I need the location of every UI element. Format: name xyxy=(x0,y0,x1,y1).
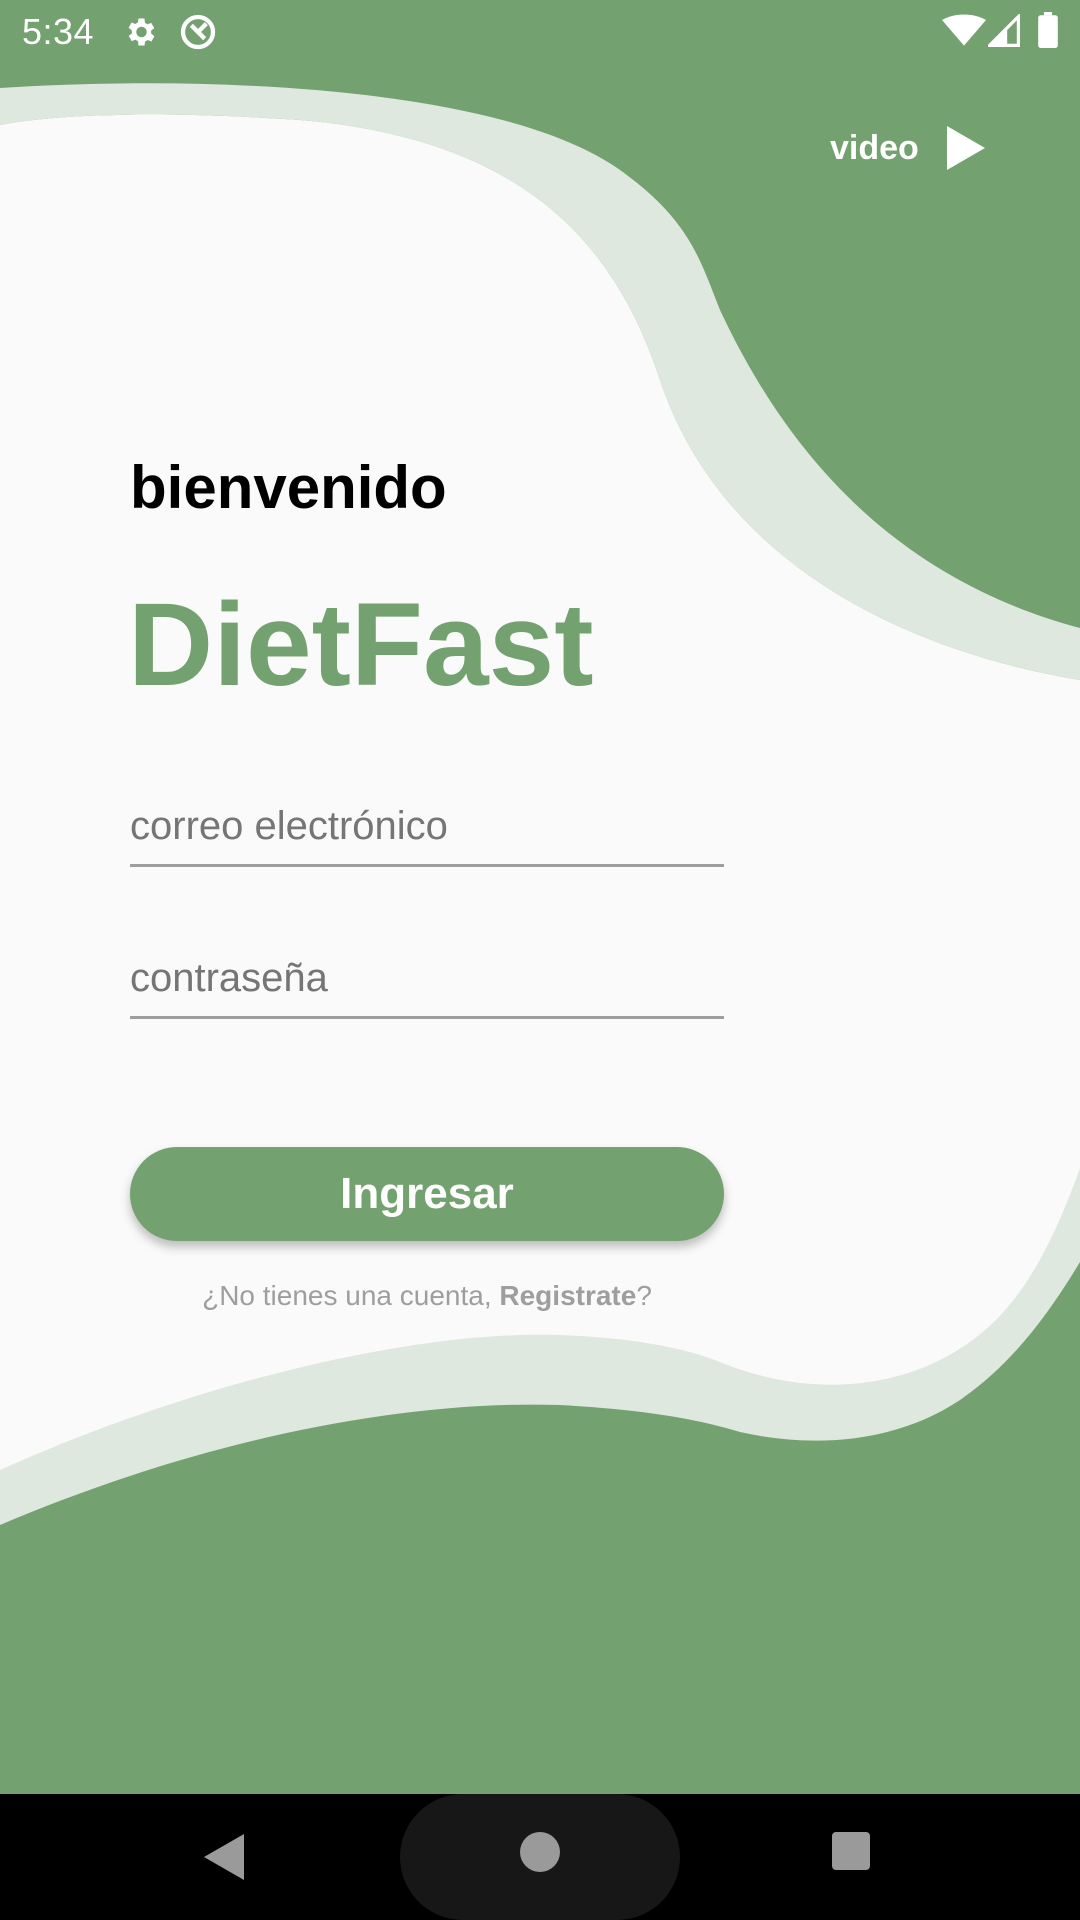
register-suffix: ? xyxy=(636,1280,652,1311)
video-link[interactable]: video xyxy=(830,116,987,180)
gear-icon xyxy=(128,18,155,46)
wifi-icon xyxy=(942,14,986,46)
status-bar: 5:34 xyxy=(0,0,1080,64)
video-label: video xyxy=(830,128,919,167)
register-link[interactable]: Registrate xyxy=(499,1280,636,1311)
signal-icon xyxy=(988,14,1020,47)
register-prefix: ¿No tienes una cuenta, xyxy=(202,1280,500,1311)
login-screen: 5:34 video bienvenido DietFast I xyxy=(0,0,1080,1920)
recents-icon[interactable] xyxy=(832,1832,870,1870)
welcome-heading: bienvenido xyxy=(130,454,447,521)
sync-icon xyxy=(180,14,216,50)
register-prompt: ¿No tienes una cuenta, Registrate? xyxy=(130,1280,724,1312)
email-field[interactable] xyxy=(130,788,724,867)
home-icon[interactable] xyxy=(520,1832,560,1872)
login-button[interactable]: Ingresar xyxy=(130,1147,724,1241)
battery-icon xyxy=(1038,12,1058,48)
status-time: 5:34 xyxy=(22,11,95,52)
back-icon[interactable] xyxy=(204,1834,244,1880)
app-title: DietFast xyxy=(128,579,594,711)
password-field[interactable] xyxy=(130,940,724,1019)
play-icon[interactable] xyxy=(945,124,987,172)
navigation-bar xyxy=(0,1794,1080,1920)
